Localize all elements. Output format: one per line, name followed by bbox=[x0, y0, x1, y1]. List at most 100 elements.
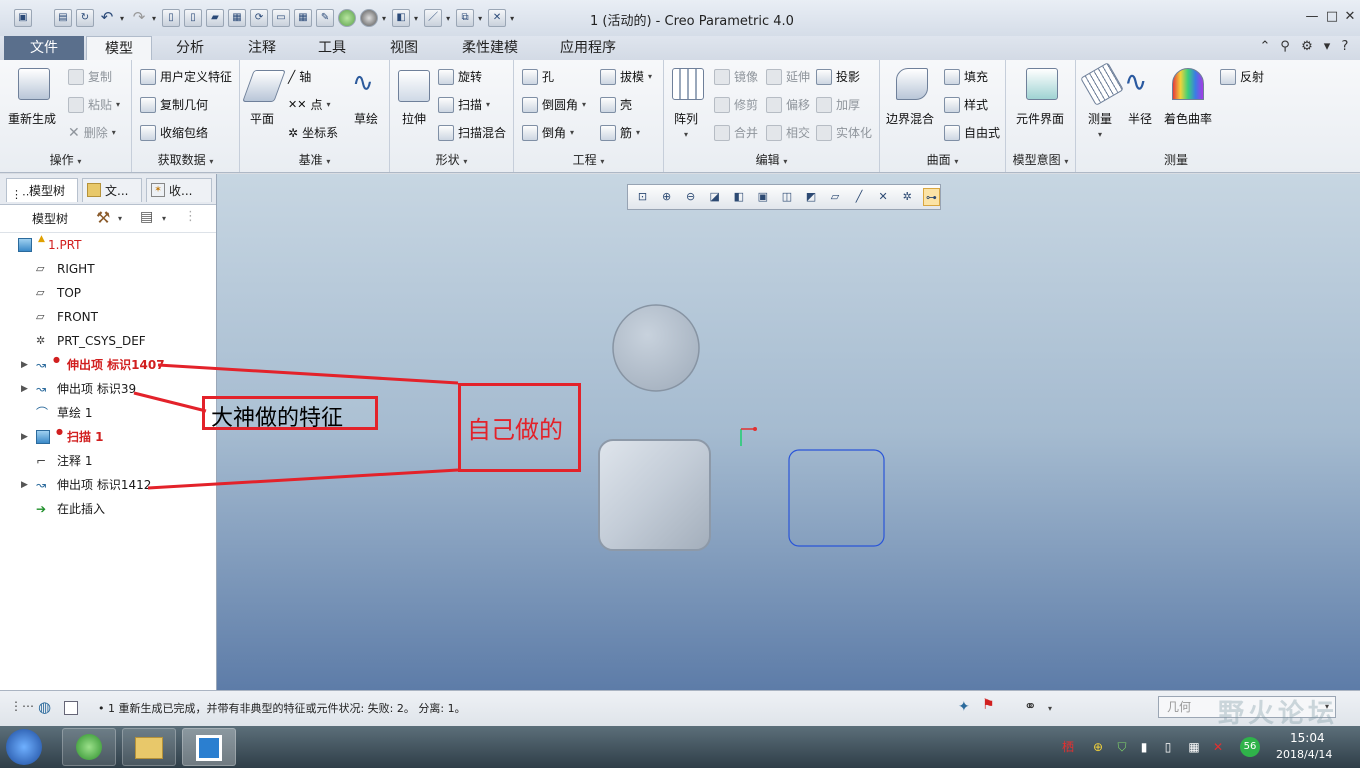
regenerate-icon[interactable]: ⟳ bbox=[250, 9, 269, 27]
extrude-label[interactable]: 拉伸 bbox=[402, 110, 426, 127]
tree-item-front[interactable]: ▱ FRONT bbox=[0, 306, 216, 328]
minimize-button[interactable]: — bbox=[1302, 9, 1322, 25]
expand-icon[interactable]: ▶ bbox=[21, 354, 28, 376]
settings-dropdown-icon[interactable]: ▾ bbox=[1318, 38, 1336, 56]
expand-icon[interactable]: ▶ bbox=[21, 474, 28, 496]
brush-icon[interactable]: ✎ bbox=[316, 9, 335, 27]
measure-label[interactable]: 测量 bbox=[1088, 110, 1112, 127]
group-label[interactable]: 获取数据 ▾ bbox=[132, 151, 239, 168]
plane-icon[interactable] bbox=[242, 70, 286, 102]
udf-button[interactable]: 用户定义特征 bbox=[140, 68, 232, 85]
help-icon[interactable]: ? bbox=[1336, 38, 1354, 56]
settings-list-icon[interactable]: ▤ bbox=[140, 209, 153, 225]
sketch-icon[interactable]: ∿ bbox=[352, 68, 374, 98]
project-button[interactable]: 投影 bbox=[816, 68, 860, 85]
fullscreen-icon[interactable] bbox=[64, 701, 78, 715]
browser-icon[interactable]: ◍ bbox=[38, 698, 51, 716]
tab-model[interactable]: 模型 bbox=[86, 36, 152, 60]
maximize-button[interactable]: □ bbox=[1322, 9, 1342, 25]
tree-item-protrusion-1412[interactable]: ▶ ↝ 伸出项 标识1412 bbox=[0, 474, 216, 496]
group-label[interactable]: 操作 ▾ bbox=[0, 151, 131, 168]
tab-model-tree[interactable]: ⋮⋯ 模型树 bbox=[6, 178, 78, 202]
undo-icon[interactable]: ↶ bbox=[98, 9, 116, 27]
sweep-button[interactable]: 扫描 ▾ bbox=[438, 96, 490, 113]
component-interface-label[interactable]: 元件界面 bbox=[1016, 110, 1064, 127]
tab-analysis[interactable]: 分析 bbox=[160, 36, 220, 60]
curvature-icon[interactable] bbox=[1172, 68, 1204, 100]
save-icon[interactable]: ▦ bbox=[228, 9, 247, 27]
extend-button[interactable]: 延伸 bbox=[766, 68, 810, 85]
revolve-button[interactable]: 旋转 bbox=[438, 68, 482, 85]
tools-icon[interactable]: ⚒ bbox=[96, 208, 110, 227]
search-icon[interactable]: ⚲ bbox=[1276, 38, 1294, 56]
redo-icon[interactable]: ↷ bbox=[130, 9, 148, 27]
tab-annotate[interactable]: 注释 bbox=[232, 36, 292, 60]
save-copy-icon[interactable]: ▦ bbox=[294, 9, 313, 27]
tab-tools[interactable]: 工具 bbox=[302, 36, 362, 60]
rib-button[interactable]: 筋 ▾ bbox=[600, 124, 640, 141]
group-label[interactable]: 模型意图 ▾ bbox=[1006, 151, 1075, 168]
group-label[interactable]: 基准 ▾ bbox=[240, 151, 389, 168]
rounded-block-feature[interactable] bbox=[598, 439, 711, 551]
radius-label[interactable]: 半径 bbox=[1128, 110, 1152, 127]
tab-applications[interactable]: 应用程序 bbox=[546, 36, 630, 60]
chamfer-button[interactable]: 倒角 ▾ bbox=[522, 124, 574, 141]
radius-icon[interactable]: ∿ bbox=[1124, 68, 1156, 100]
merge-button[interactable]: 合并 bbox=[714, 124, 758, 141]
tab-folder[interactable]: 文... bbox=[82, 178, 142, 202]
view-cube-icon[interactable]: ◧ bbox=[392, 9, 411, 27]
tab-favorites[interactable]: ✶ 收... bbox=[146, 178, 212, 202]
measure-icon[interactable] bbox=[1080, 62, 1124, 106]
expand-icon[interactable]: ▶ bbox=[21, 378, 28, 400]
tree-item-sweep-1[interactable]: ▶ ● 扫描 1 bbox=[0, 426, 216, 448]
app-menu-icon[interactable]: ▣ bbox=[14, 9, 32, 27]
axis-button[interactable]: ╱ 轴 bbox=[288, 68, 311, 85]
regen-status-icon[interactable]: ✦ bbox=[958, 699, 970, 715]
csys-button[interactable]: ✲ 坐标系 bbox=[288, 124, 338, 141]
window-switch-icon[interactable]: ⧉ bbox=[456, 9, 475, 27]
thicken-button[interactable]: 加厚 bbox=[816, 96, 860, 113]
tree-item-right[interactable]: ▱ RIGHT bbox=[0, 258, 216, 280]
offset-button[interactable]: 偏移 bbox=[766, 96, 810, 113]
flag-icon[interactable]: ⚑ bbox=[982, 697, 995, 713]
volume-muted-icon[interactable]: ✕ bbox=[1210, 739, 1226, 755]
regenerate-label[interactable]: 重新生成 bbox=[8, 110, 56, 127]
fill-button[interactable]: 填充 bbox=[944, 68, 988, 85]
tree-item-part[interactable]: ▲ 1.PRT bbox=[0, 234, 216, 256]
shield-icon[interactable]: ⛉ bbox=[1114, 739, 1130, 755]
delete-button[interactable]: ✕ 删除 ▾ bbox=[68, 124, 116, 141]
plus-icon[interactable]: ⊕ bbox=[1090, 739, 1106, 755]
tree-item-insert-here[interactable]: ➔ 在此插入 bbox=[0, 498, 216, 520]
close-button[interactable]: ✕ bbox=[1340, 9, 1360, 25]
tab-file[interactable]: 文件 bbox=[4, 36, 84, 60]
tree-item-protrusion-39[interactable]: ▶ ↝ 伸出项 标识39 bbox=[0, 378, 216, 400]
curvature-label[interactable]: 着色曲率 bbox=[1164, 110, 1212, 127]
sketch-label[interactable]: 草绘 bbox=[354, 110, 378, 127]
start-button-icon[interactable] bbox=[6, 729, 42, 765]
sketch-line-icon[interactable]: ／ bbox=[424, 9, 443, 27]
shrinkwrap-button[interactable]: 收缩包络 bbox=[140, 124, 208, 141]
tree-item-protrusion-1407[interactable]: ▶ ↝ ● 伸出项 标识1407 bbox=[0, 354, 216, 376]
network-icon[interactable]: ▦ bbox=[1186, 739, 1202, 755]
paste-button[interactable]: 粘贴 ▾ bbox=[68, 96, 120, 113]
window-icon[interactable]: ▭ bbox=[272, 9, 291, 27]
tree-item-note-1[interactable]: ⌐ 注释 1 bbox=[0, 450, 216, 472]
copy-geometry-button[interactable]: 复制几何 bbox=[140, 96, 208, 113]
tree-toggle-icon[interactable]: ⋮⋯ bbox=[10, 699, 34, 713]
boundary-blend-icon[interactable] bbox=[896, 68, 928, 100]
usb-icon[interactable]: ▮ bbox=[1136, 739, 1152, 755]
copy-button[interactable]: 复制 bbox=[68, 68, 112, 85]
group-label[interactable]: 形状 ▾ bbox=[390, 151, 513, 168]
tree-item-sketch-1[interactable]: ⌒ 草绘 1 bbox=[0, 402, 216, 424]
settings-icon[interactable]: ⚙ bbox=[1298, 38, 1316, 56]
draft-button[interactable]: 拔模 ▾ bbox=[600, 68, 652, 85]
collapse-ribbon-icon[interactable]: ⌃ bbox=[1256, 38, 1274, 56]
reflect-button[interactable]: 反射 bbox=[1220, 68, 1264, 85]
pattern-icon[interactable] bbox=[672, 68, 704, 100]
group-label[interactable]: 测量 bbox=[1076, 151, 1276, 168]
plane-label[interactable]: 平面 bbox=[250, 110, 274, 127]
point-button[interactable]: ✕✕ 点 ▾ bbox=[288, 96, 330, 113]
group-label[interactable]: 工程 ▾ bbox=[514, 151, 663, 168]
regen-icon[interactable]: ↻ bbox=[76, 9, 94, 27]
mirror-button[interactable]: 镜像 bbox=[714, 68, 758, 85]
